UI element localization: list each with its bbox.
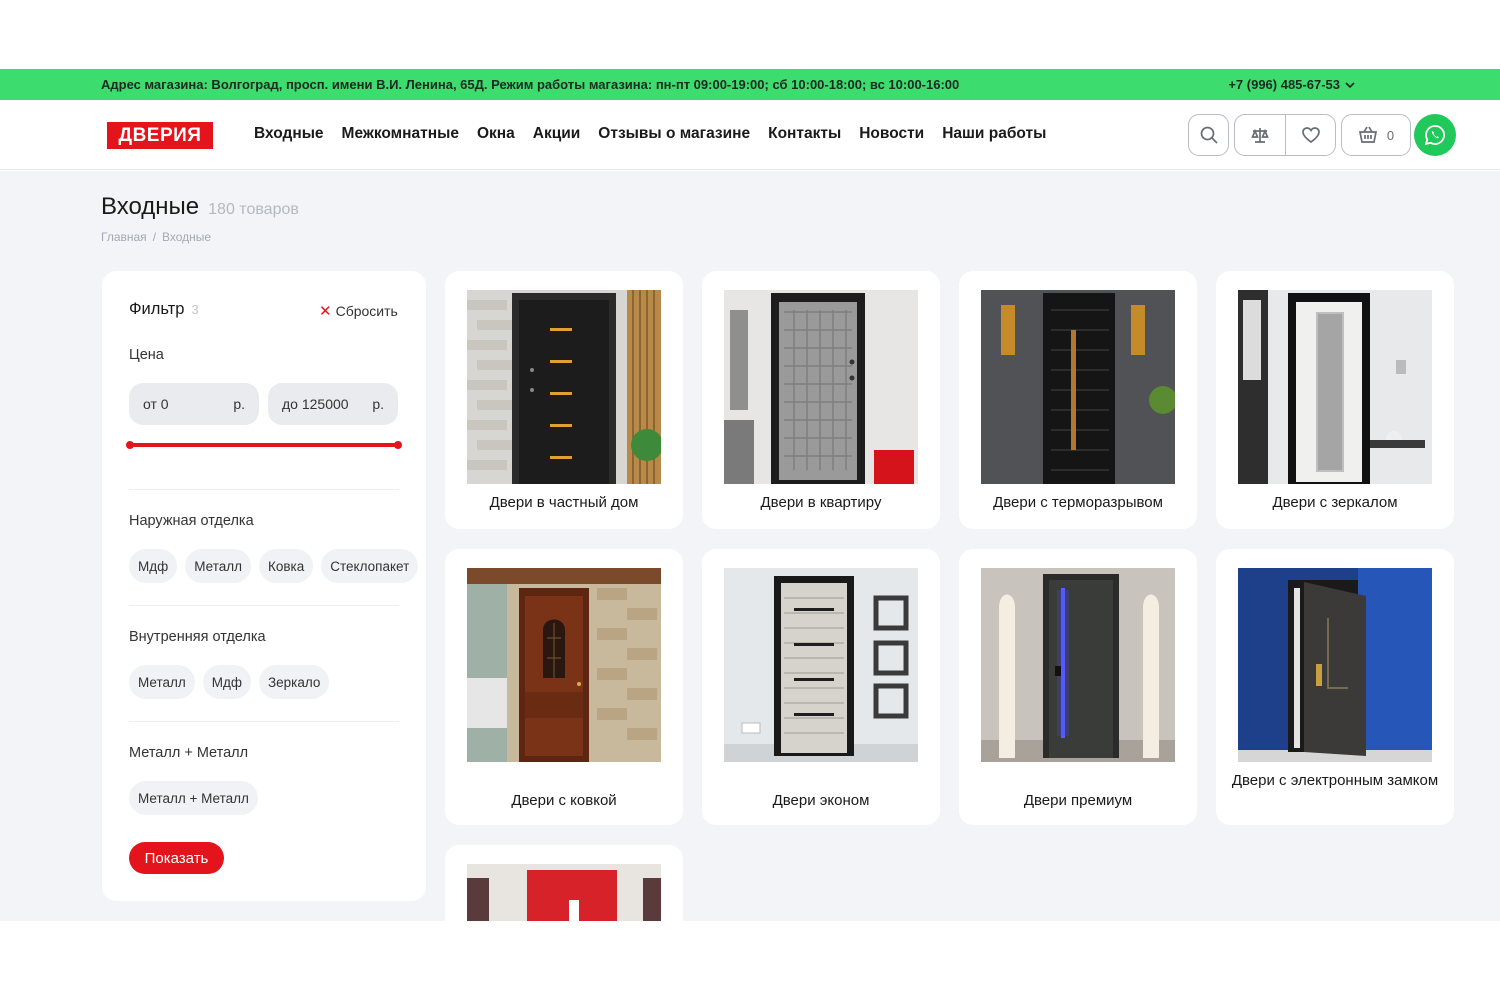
- tag-double-glazing[interactable]: Стеклопакет: [321, 549, 419, 583]
- inner-finish-tags: Металл Мдф Зеркало: [129, 665, 330, 699]
- phone-number: +7 (996) 485-67-53: [1228, 77, 1340, 92]
- filter-header: Фильтр 3: [129, 300, 199, 319]
- price-to-input[interactable]: до 125000 р.: [268, 383, 398, 425]
- scales-icon: [1251, 128, 1269, 143]
- product-name: Двери с электронным замком: [1231, 772, 1439, 789]
- nav-item-interior[interactable]: Межкомнатные: [342, 125, 459, 143]
- price-label: Цена: [129, 347, 164, 363]
- tag-forging[interactable]: Ковка: [259, 549, 314, 583]
- tag-mdf[interactable]: Мдф: [129, 549, 178, 583]
- compare-favorites-group: [1234, 114, 1336, 156]
- filter-title: Фильтр: [129, 300, 185, 318]
- reset-filter-button[interactable]: ✕ Сбросить: [319, 302, 398, 320]
- product-card[interactable]: Двери в квартиру: [702, 271, 940, 529]
- product-image: [981, 290, 1175, 484]
- price-slider[interactable]: [126, 441, 402, 449]
- inner-finish-label: Внутренняя отделка: [129, 629, 266, 645]
- tag-mirror[interactable]: Зеркало: [259, 665, 330, 699]
- catalog-main: Входные 180 товаров Главная / Входные Фи…: [0, 171, 1500, 935]
- product-card[interactable]: Двери с ковкой: [445, 549, 683, 825]
- outer-finish-tags: Мдф Металл Ковка Стеклопакет: [129, 549, 419, 583]
- chevron-down-icon: [1345, 81, 1355, 88]
- product-card[interactable]: Двери с терморазрывом: [959, 271, 1197, 529]
- nav-item-contacts[interactable]: Контакты: [768, 125, 841, 143]
- page-title: Входные: [101, 193, 200, 220]
- divider: [129, 721, 399, 722]
- search-button[interactable]: [1188, 114, 1229, 156]
- whatsapp-icon: [1424, 125, 1445, 146]
- page: Адрес магазина: Волгоград, просп. имени …: [0, 0, 1500, 999]
- main-nav: Входные Межкомнатные Окна Акции Отзывы о…: [254, 125, 1046, 143]
- currency-label: р.: [233, 396, 245, 412]
- product-name: Двери эконом: [772, 792, 870, 809]
- breadcrumb-current: Входные: [162, 230, 212, 244]
- tag-metal-metal[interactable]: Металл + Металл: [129, 781, 258, 815]
- filter-count: 3: [191, 302, 199, 317]
- product-name: Двери премиум: [1023, 792, 1133, 809]
- product-image: [724, 290, 918, 484]
- product-image: [467, 568, 661, 762]
- tag-metal[interactable]: Металл: [129, 665, 195, 699]
- breadcrumb-home[interactable]: Главная: [101, 230, 147, 244]
- slider-handle-min[interactable]: [126, 441, 134, 449]
- logo[interactable]: ДВЕРИЯ: [107, 122, 213, 149]
- metal-metal-label: Металл + Металл: [129, 745, 249, 761]
- favorites-button[interactable]: [1285, 115, 1335, 155]
- nav-item-entrance[interactable]: Входные: [254, 125, 324, 143]
- title-row: Входные 180 товаров: [101, 193, 299, 221]
- product-card[interactable]: Двери в частный дом: [445, 271, 683, 529]
- search-icon: [1200, 126, 1218, 144]
- show-button[interactable]: Показать: [129, 842, 224, 874]
- currency-label: р.: [372, 396, 384, 412]
- product-name: Двери с ковкой: [511, 792, 617, 809]
- breadcrumb-separator: /: [152, 230, 157, 244]
- reset-label: Сбросить: [335, 303, 398, 319]
- product-image: [1238, 568, 1432, 762]
- product-card[interactable]: Двери эконом: [702, 549, 940, 825]
- cart-button[interactable]: 0: [1341, 114, 1411, 156]
- nav-item-reviews[interactable]: Отзывы о магазине: [598, 125, 750, 143]
- info-bar: Адрес магазина: Волгоград, просп. имени …: [0, 69, 1500, 100]
- product-name: Двери с терморазрывом: [993, 494, 1163, 511]
- product-image: [467, 290, 661, 484]
- product-card[interactable]: Двери с электронным замком: [1216, 549, 1454, 825]
- divider: [129, 489, 399, 490]
- basket-icon: [1358, 126, 1377, 143]
- product-card[interactable]: Двери с зеркалом: [1216, 271, 1454, 529]
- phone-dropdown[interactable]: +7 (996) 485-67-53: [1228, 77, 1355, 92]
- price-from-input[interactable]: от 0 р.: [129, 383, 259, 425]
- tag-mdf[interactable]: Мдф: [202, 665, 251, 699]
- filter-panel: Фильтр 3 ✕ Сбросить Цена от 0 р. до 1250…: [102, 271, 426, 901]
- product-image: [1238, 290, 1432, 484]
- tag-metal[interactable]: Металл: [185, 549, 251, 583]
- product-count: 180 товаров: [208, 201, 299, 218]
- product-image: [724, 568, 918, 762]
- breadcrumb: Главная / Входные: [101, 230, 211, 244]
- outer-finish-label: Наружная отделка: [129, 513, 254, 529]
- metal-metal-tags: Металл + Металл: [129, 781, 258, 815]
- product-name: Двери в частный дом: [489, 494, 639, 511]
- slider-handle-max[interactable]: [394, 441, 402, 449]
- divider: [129, 605, 399, 606]
- nav-item-windows[interactable]: Окна: [477, 125, 515, 143]
- cart-count: 0: [1386, 127, 1395, 143]
- price-to-value: до 125000: [282, 396, 349, 412]
- heart-icon: [1301, 127, 1320, 144]
- product-card[interactable]: Двери премиум: [959, 549, 1197, 825]
- nav-item-our-works[interactable]: Наши работы: [942, 125, 1046, 143]
- nav-item-news[interactable]: Новости: [859, 125, 924, 143]
- price-from-value: от 0: [143, 396, 169, 412]
- store-address: Адрес магазина: Волгоград, просп. имени …: [101, 77, 960, 92]
- whatsapp-button[interactable]: [1414, 114, 1456, 156]
- compare-button[interactable]: [1235, 115, 1285, 155]
- product-image: [981, 568, 1175, 762]
- site-header: ДВЕРИЯ Входные Межкомнатные Окна Акции О…: [0, 100, 1500, 170]
- product-name: Двери в квартиру: [760, 494, 882, 511]
- nav-item-promotions[interactable]: Акции: [533, 125, 581, 143]
- product-name: Двери с зеркалом: [1272, 494, 1398, 511]
- page-bottom: [0, 921, 1500, 999]
- close-icon: ✕: [319, 303, 332, 320]
